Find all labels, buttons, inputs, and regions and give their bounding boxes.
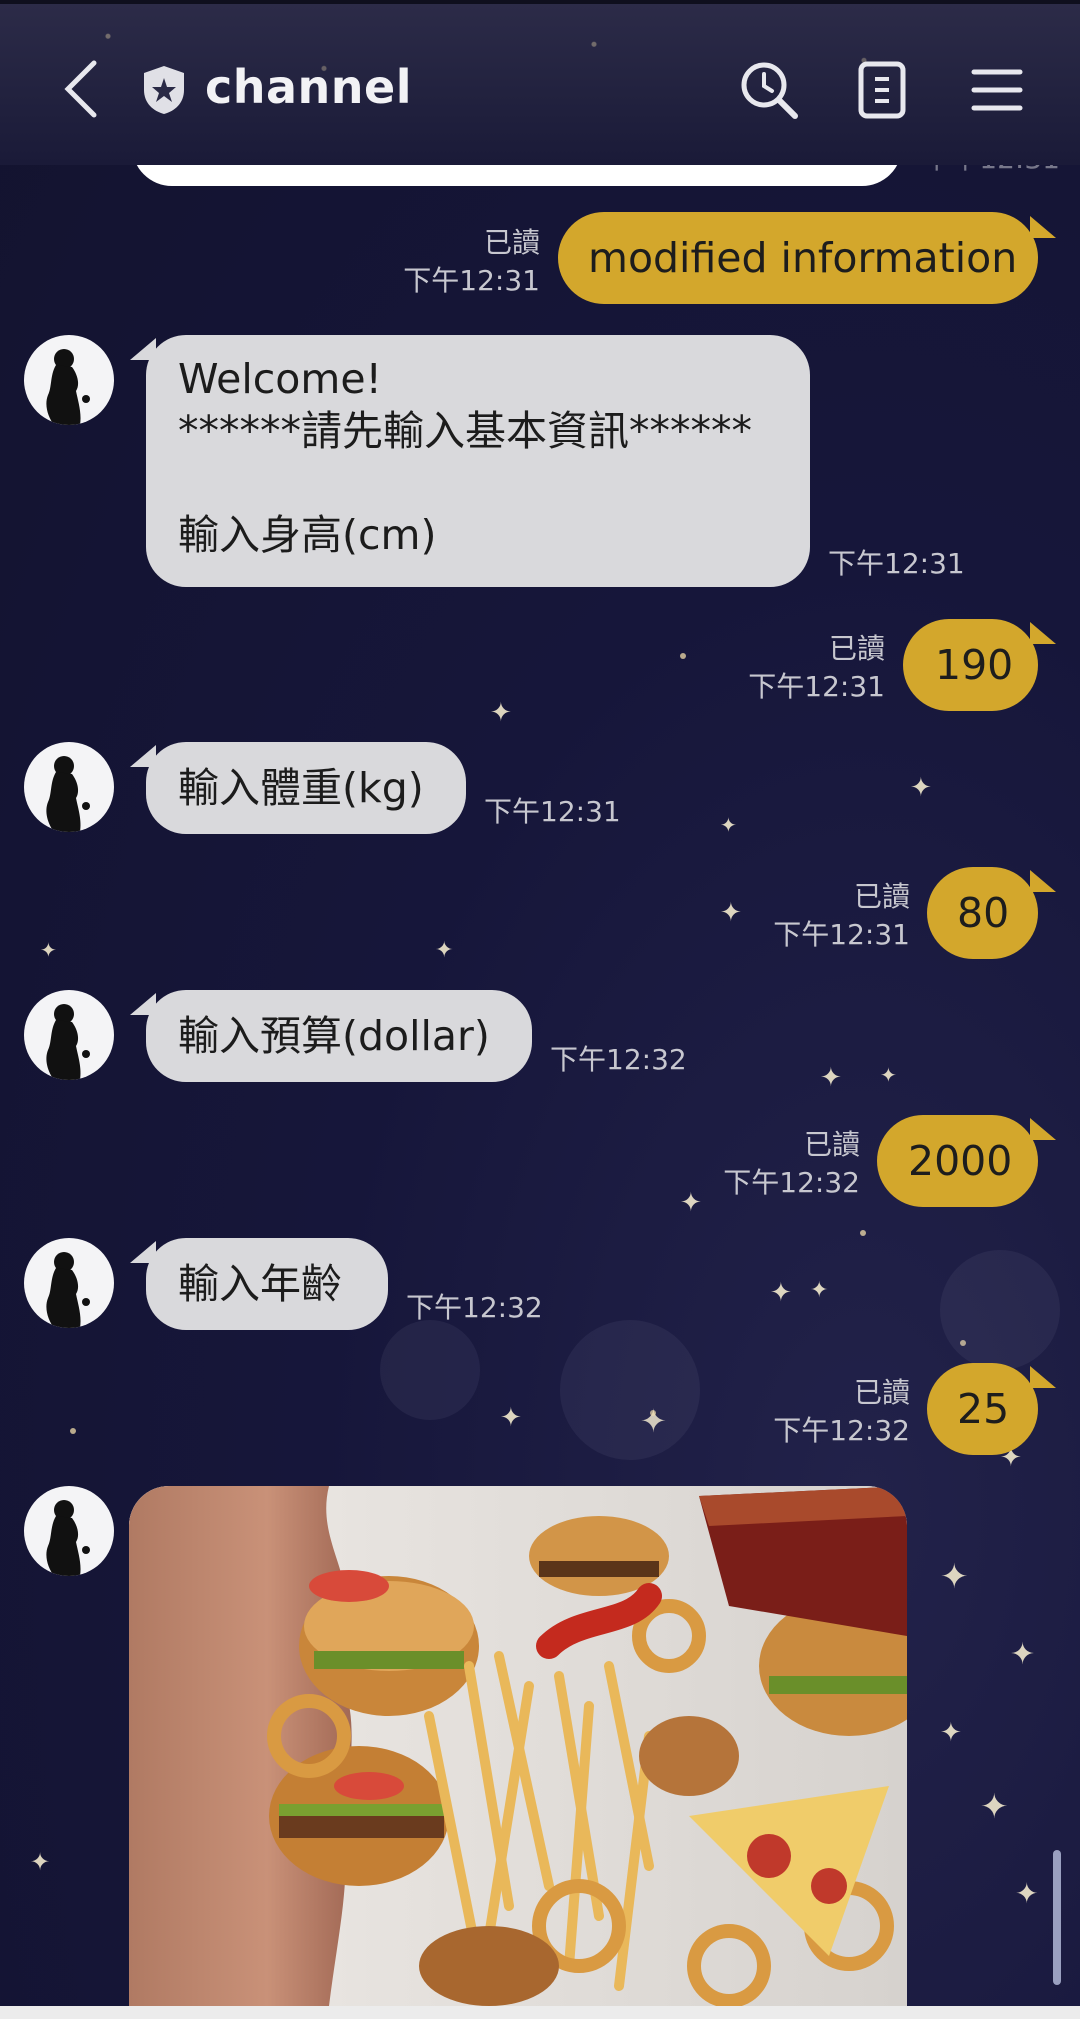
outgoing-message[interactable]: 80	[927, 867, 1038, 959]
fast-food-image[interactable]	[129, 1486, 907, 2006]
read-receipt: 已讀	[483, 226, 540, 259]
woman-silhouette-icon	[46, 1252, 90, 1328]
woman-silhouette-icon	[46, 1500, 90, 1576]
message-time: 下午12:32	[723, 1166, 860, 1199]
search-button[interactable]	[738, 59, 800, 121]
message-line: Welcome!	[178, 355, 382, 403]
bubble-tail	[1030, 622, 1056, 644]
message-line	[178, 457, 810, 509]
notes-button[interactable]	[855, 59, 909, 121]
menu-button[interactable]	[967, 59, 1027, 121]
fast-food-illustration	[129, 1486, 907, 2006]
shield-star-icon	[140, 64, 188, 116]
read-receipt: 已讀	[803, 1128, 860, 1161]
message-time: 下午12:32	[406, 1291, 543, 1324]
bubble-tail	[1030, 870, 1056, 892]
message-line: 輸入身高(cm)	[178, 511, 437, 559]
chat-title: channel	[205, 60, 413, 114]
incoming-message[interactable]: 輸入體重(kg)	[146, 742, 466, 834]
bubble-tail	[1030, 216, 1056, 238]
avatar[interactable]	[24, 990, 114, 1080]
message-time: 下午12:31	[403, 264, 540, 297]
outgoing-message[interactable]: modified information	[558, 212, 1038, 304]
incoming-message[interactable]: 輸入預算(dollar)	[146, 990, 532, 1082]
message-time: 下午12:31	[748, 670, 885, 703]
outgoing-message[interactable]: 25	[927, 1363, 1038, 1455]
message-line: ******請先輸入基本資訊******	[178, 407, 752, 455]
message-time: 下午12:32	[773, 1414, 910, 1447]
chat-screen: ✦ ✦ ✦ ✦ ✦ ✦ ✦ ✦ ✦ ✦ ✦ ✦ ✦ ✦ ✦ ✦ ✦ ✦ ✦ ✦ …	[0, 0, 1080, 2019]
avatar[interactable]	[24, 1238, 114, 1328]
back-button[interactable]	[50, 54, 110, 124]
notes-icon	[858, 61, 906, 119]
read-receipt: 已讀	[853, 1376, 910, 1409]
search-icon	[741, 62, 798, 119]
outgoing-message[interactable]: 190	[903, 619, 1038, 711]
message-time: 下午12:31	[773, 918, 910, 951]
read-receipt: 已讀	[853, 880, 910, 913]
incoming-message[interactable]: 輸入年齡	[146, 1238, 388, 1330]
message-time: 下午12:31	[484, 795, 621, 828]
avatar[interactable]	[24, 1486, 114, 1576]
read-receipt: 已讀	[828, 632, 885, 665]
scrollbar[interactable]	[1053, 1850, 1061, 1985]
bubble-tail	[1030, 1366, 1056, 1388]
woman-silhouette-icon	[46, 1004, 90, 1080]
avatar[interactable]	[24, 335, 114, 425]
message-time: 下午12:31	[828, 547, 965, 580]
incoming-message[interactable]: Welcome! ******請先輸入基本資訊****** 輸入身高(cm)	[146, 335, 810, 587]
bubble-tail	[1030, 1118, 1056, 1140]
back-arrow-icon	[64, 60, 97, 118]
avatar[interactable]	[24, 742, 114, 832]
woman-silhouette-icon	[46, 349, 90, 425]
woman-silhouette-icon	[46, 756, 90, 832]
outgoing-message[interactable]: 2000	[877, 1115, 1038, 1207]
menu-icon	[971, 69, 1023, 111]
message-time: 下午12:32	[550, 1043, 687, 1076]
app-header: channel	[0, 0, 1080, 165]
input-bar-edge	[0, 2006, 1080, 2019]
